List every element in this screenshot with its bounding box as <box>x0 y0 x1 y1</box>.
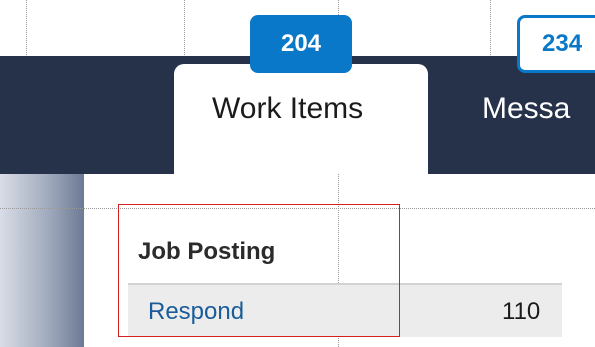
respond-count: 110 <box>502 298 541 325</box>
tab-messages-label[interactable]: Messa <box>482 92 570 126</box>
work-items-count-badge: 204 <box>250 15 352 73</box>
sidebar-panel <box>0 174 84 347</box>
messages-count-badge: 234 <box>517 15 595 73</box>
tab-work-items-label[interactable]: Work Items <box>212 92 363 126</box>
highlight-annotation-box <box>118 204 400 337</box>
